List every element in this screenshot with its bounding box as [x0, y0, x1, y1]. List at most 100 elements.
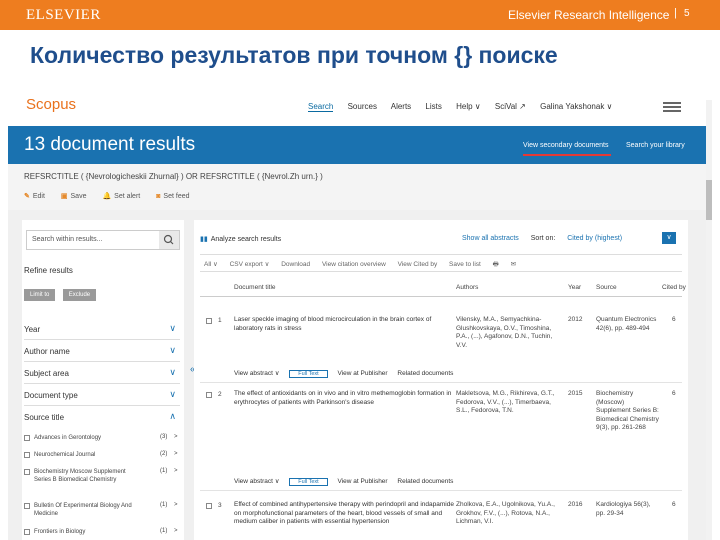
- column-header-title[interactable]: Document title: [234, 284, 276, 291]
- search-query: REFSRCTITLE ( {Nevrologicheskii Zhurnal}…: [24, 172, 323, 181]
- nav-search[interactable]: Search: [308, 102, 334, 112]
- chevron-right-icon[interactable]: >: [174, 502, 178, 508]
- search-within-placeholder: Search within results...: [32, 236, 103, 243]
- chevron-down-icon: ∨: [169, 345, 176, 355]
- authors: Vilensky, M.A., Semyachkina-Glushkovskay…: [456, 316, 553, 349]
- row-divider: [200, 490, 682, 491]
- row-checkbox[interactable]: [206, 392, 212, 398]
- source[interactable]: Biochemistry (Moscow) Supplement Series …: [596, 390, 660, 433]
- document-title-link[interactable]: Effect of combined antihypertensive ther…: [234, 501, 456, 527]
- column-header-year[interactable]: Year: [568, 284, 581, 291]
- search-within-button[interactable]: [159, 231, 179, 249]
- scopus-header: Scopus Search Sources Alerts Lists Help …: [8, 90, 712, 126]
- exclude-button[interactable]: Exclude: [62, 289, 97, 301]
- alert-icon: 🔔: [102, 193, 112, 200]
- search-icon: [163, 234, 174, 245]
- row-divider: [200, 382, 682, 383]
- column-header-cited-by[interactable]: Cited by: [662, 284, 686, 291]
- nav-lists[interactable]: Lists: [425, 102, 441, 111]
- facet-year[interactable]: Year ∨: [24, 318, 180, 340]
- results-panel: ▮▮ Analyze search results Show all abstra…: [194, 220, 688, 540]
- analyze-bar: ▮▮ Analyze search results: [200, 235, 281, 243]
- sort-select[interactable]: Cited by (highest): [567, 235, 622, 242]
- checkbox[interactable]: [24, 452, 30, 458]
- cited-by[interactable]: 6: [672, 390, 684, 399]
- full-text-button[interactable]: Full Text: [289, 370, 328, 378]
- chevron-right-icon[interactable]: >: [174, 528, 178, 534]
- nav-sources[interactable]: Sources: [348, 102, 377, 111]
- source-name: Bulletin Of Experimental Biology And Med…: [34, 503, 132, 517]
- nav-alerts[interactable]: Alerts: [391, 102, 411, 111]
- citation-overview-link[interactable]: View citation overview: [322, 261, 386, 268]
- row-number: 1: [218, 317, 222, 324]
- analyze-search-results-link[interactable]: Analyze search results: [211, 236, 281, 243]
- chevron-right-icon[interactable]: >: [174, 468, 178, 474]
- results-banner: 13 document results View secondary docum…: [8, 126, 712, 164]
- view-abstract-link[interactable]: View abstract ∨: [234, 370, 279, 377]
- search-your-library-link[interactable]: Search your library: [626, 142, 685, 149]
- view-at-publisher-link[interactable]: View at Publisher: [337, 478, 387, 485]
- row-links: View abstract ∨ Full Text View at Publis…: [234, 369, 461, 378]
- cited-by[interactable]: 6: [672, 316, 684, 325]
- facet-label: Year: [24, 325, 41, 334]
- nav-user-menu[interactable]: Galina Yakshonak ∨: [540, 102, 612, 111]
- nav-scival[interactable]: SciVal ↗: [495, 102, 526, 111]
- scopus-logo[interactable]: Scopus: [26, 96, 76, 113]
- row-checkbox[interactable]: [206, 318, 212, 324]
- document-title-link[interactable]: Laser speckle imaging of blood microcirc…: [234, 316, 456, 333]
- download-link[interactable]: Download: [281, 261, 310, 268]
- facet-author-name[interactable]: Author name ∨: [24, 340, 180, 362]
- related-documents-link[interactable]: Related documents: [397, 370, 453, 377]
- column-header-authors[interactable]: Authors: [456, 284, 478, 291]
- chevron-down-icon: ∨: [169, 367, 176, 377]
- column-header-source[interactable]: Source: [596, 284, 617, 291]
- save-to-list-link[interactable]: Save to list: [449, 261, 481, 268]
- source[interactable]: Kardiologiya 56(3), pp. 29-34: [596, 501, 660, 518]
- view-secondary-documents-link[interactable]: View secondary documents: [523, 142, 608, 149]
- year: 2016: [568, 501, 583, 508]
- related-documents-link[interactable]: Related documents: [397, 478, 453, 485]
- scrollbar[interactable]: [706, 100, 712, 540]
- chevron-down-icon[interactable]: ∨: [662, 232, 676, 244]
- view-cited-by-link[interactable]: View Cited by: [398, 261, 438, 268]
- nav-help[interactable]: Help ∨: [456, 102, 481, 111]
- edit-action[interactable]: ✎ Edit: [24, 193, 45, 200]
- checkbox[interactable]: [24, 469, 30, 475]
- facet-source-title[interactable]: Source title ∧: [24, 406, 180, 428]
- results-actions-bar: All ∨ CSV export ∨ Download View citatio…: [200, 254, 682, 272]
- view-abstract-link[interactable]: View abstract ∨: [234, 478, 279, 485]
- chevron-right-icon[interactable]: >: [174, 451, 178, 457]
- view-at-publisher-link[interactable]: View at Publisher: [337, 370, 387, 377]
- facet-subject-area[interactable]: Subject area ∨: [24, 362, 180, 384]
- source-count: (2): [160, 451, 168, 457]
- print-icon[interactable]: 🖶: [493, 261, 499, 268]
- checkbox[interactable]: [24, 435, 30, 441]
- email-icon[interactable]: ✉: [511, 261, 516, 268]
- save-action[interactable]: ▣ Save: [61, 193, 87, 200]
- set-alert-action[interactable]: 🔔 Set alert: [102, 193, 140, 200]
- refine-results-heading: Refine results: [24, 266, 73, 275]
- scrollbar-thumb[interactable]: [706, 180, 712, 220]
- checkbox[interactable]: [24, 503, 30, 509]
- search-within-input[interactable]: Search within results...: [26, 230, 180, 250]
- facet-document-type[interactable]: Document type ∨: [24, 384, 180, 406]
- document-title-link[interactable]: The effect of antioxidants on in vivo an…: [234, 390, 456, 407]
- hamburger-icon[interactable]: [663, 102, 681, 112]
- checkbox[interactable]: [24, 529, 30, 535]
- facet-label: Subject area: [24, 369, 69, 378]
- row-checkbox[interactable]: [206, 503, 212, 509]
- csv-export-dropdown[interactable]: CSV export ∨: [230, 261, 270, 268]
- full-text-button[interactable]: Full Text: [289, 478, 328, 486]
- cited-by[interactable]: 6: [672, 501, 684, 510]
- highlight-underline: [523, 154, 611, 156]
- set-feed-action[interactable]: ◙ Set feed: [156, 193, 189, 200]
- facet-label: Source title: [24, 413, 65, 422]
- show-all-abstracts-link[interactable]: Show all abstracts: [462, 235, 519, 242]
- limit-to-button[interactable]: Limit to: [24, 289, 56, 301]
- select-all-dropdown[interactable]: All ∨: [204, 261, 218, 268]
- elsevier-top-bar: ELSEVIER Elsevier Research Intelligence …: [0, 0, 720, 30]
- slide-title: Количество результатов при точном {} пои…: [30, 42, 558, 68]
- content-area: Search within results... Refine results …: [8, 210, 712, 540]
- chevron-right-icon[interactable]: >: [174, 434, 178, 440]
- source[interactable]: Quantum Electronics 42(6), pp. 489-494: [596, 316, 660, 333]
